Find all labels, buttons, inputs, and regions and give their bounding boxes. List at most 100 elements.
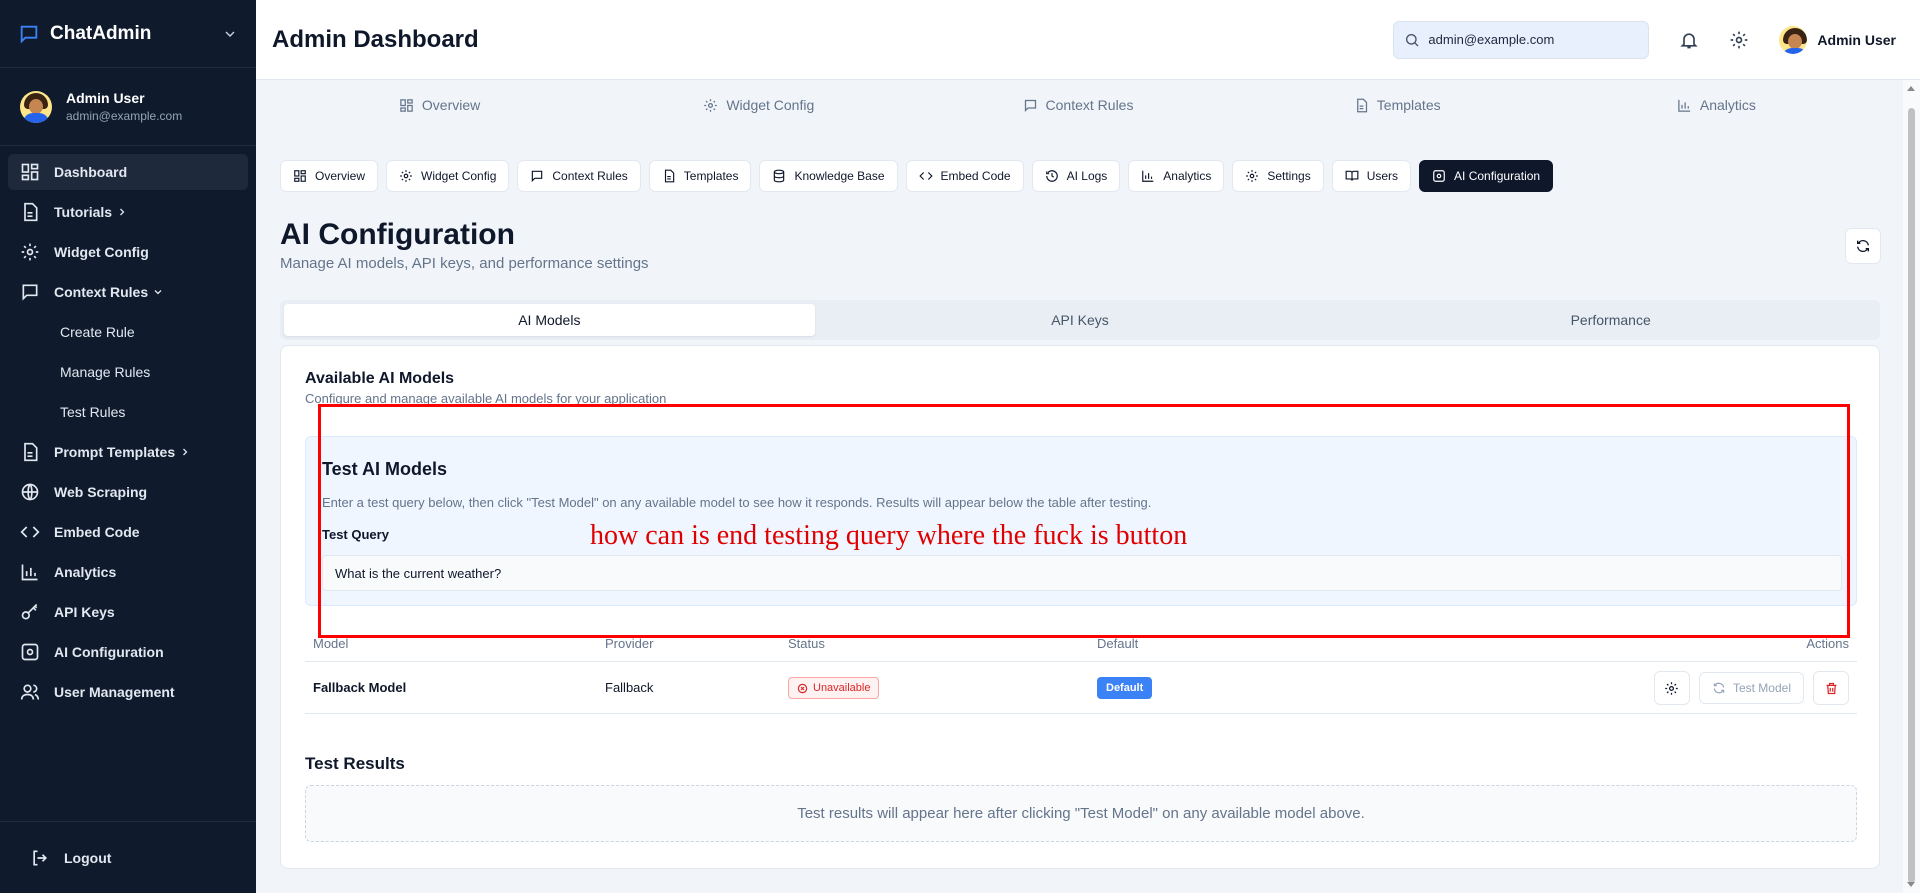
gear-icon [21, 643, 39, 661]
tab-performance[interactable]: Performance [1345, 304, 1876, 336]
model-settings-button[interactable] [1653, 671, 1690, 705]
tab-overview[interactable]: Overview [280, 92, 599, 118]
history-icon [1045, 170, 1058, 182]
model-name: Fallback Model [313, 680, 407, 695]
sidebar-item-context-rules[interactable]: Context Rules [8, 274, 248, 310]
refresh-icon [1713, 682, 1725, 694]
sidebar-user: Admin User admin@example.com [0, 68, 256, 146]
sidebar-item-prompt-templates[interactable]: Prompt Templates [8, 434, 248, 470]
avatar [1779, 25, 1808, 54]
pill-label: Widget Config [421, 169, 497, 183]
test-query-input[interactable] [322, 555, 1842, 591]
column-header: Model [313, 636, 349, 651]
models-card: Available AI Models Configure and manage… [280, 345, 1880, 869]
sidebar-item-label: API Keys [54, 604, 115, 620]
dashboard-icon [400, 98, 413, 112]
document-icon [664, 169, 675, 183]
sidebar-item-label: AI Configuration [54, 644, 164, 660]
sidebar-item-ai-configuration[interactable]: AI Configuration [8, 634, 248, 670]
scroll-up-arrow[interactable] [1907, 86, 1915, 91]
sidebar-item-label: Embed Code [54, 524, 140, 540]
tab-templates[interactable]: Templates [1238, 92, 1557, 118]
sidebar-item-label: Tutorials [54, 204, 113, 220]
scroll-down-arrow[interactable] [1907, 882, 1915, 887]
gear-icon [1433, 170, 1445, 182]
refresh-icon [1857, 239, 1869, 253]
pill-label: Embed Code [940, 169, 1011, 183]
search-icon [1406, 33, 1419, 46]
column-header: Actions [1806, 636, 1849, 651]
sidebar-item-test-rules[interactable]: Test Rules [8, 394, 248, 430]
test-panel-title: Test AI Models [322, 459, 448, 479]
pill-overview[interactable]: Overview [280, 160, 379, 192]
brand[interactable]: ChatAdmin [0, 0, 256, 68]
app-name: ChatAdmin [50, 22, 152, 44]
sidebar-item-api-keys[interactable]: API Keys [8, 594, 248, 630]
bell-icon[interactable] [1679, 30, 1699, 50]
x-circle-icon [797, 683, 808, 693]
logout-icon [33, 850, 48, 865]
gear-icon [21, 243, 39, 261]
pill-ai-logs[interactable]: AI Logs [1031, 160, 1121, 192]
chart-icon [21, 564, 38, 581]
sidebar-user-email: admin@example.com [66, 109, 183, 123]
gear-icon [1665, 681, 1679, 695]
tab-ai-models[interactable]: AI Models [284, 304, 815, 336]
pill-label: Analytics [1163, 169, 1212, 183]
search-input[interactable] [1428, 32, 1629, 47]
chevron-down-icon[interactable] [222, 26, 238, 42]
tab-analytics[interactable]: Analytics [1557, 92, 1876, 118]
sidebar-item-label: User Management [54, 684, 175, 700]
pill-widget-config[interactable]: Widget Config [386, 160, 510, 192]
sidebar-item-widget-config[interactable]: Widget Config [8, 234, 248, 270]
key-icon [21, 603, 38, 620]
logout-button[interactable]: Logout [0, 821, 256, 893]
pill-context-rules[interactable]: Context Rules [517, 160, 641, 192]
refresh-button[interactable] [1845, 228, 1881, 264]
tab-context-rules[interactable]: Context Rules [918, 92, 1237, 118]
top-header: Admin Dashboard Admin User [256, 0, 1920, 80]
pill-analytics[interactable]: Analytics [1128, 160, 1225, 192]
annotation-text: how can is end testing query where the f… [590, 520, 1188, 551]
pill-knowledge-base[interactable]: Knowledge Base [759, 160, 898, 192]
tab-widget-config[interactable]: Widget Config [599, 92, 918, 118]
status-text: Unavailable [813, 682, 871, 694]
avatar [20, 90, 52, 123]
page-scrollbar[interactable] [1903, 80, 1920, 893]
gear-icon[interactable] [1729, 30, 1749, 50]
sidebar-item-tutorials[interactable]: Tutorials [8, 194, 248, 230]
scroll-thumb[interactable] [1908, 108, 1915, 883]
sidebar-item-create-rule[interactable]: Create Rule [8, 314, 248, 350]
header-user-menu[interactable]: Admin User [1779, 25, 1896, 54]
pill-users[interactable]: Users [1331, 160, 1412, 192]
pill-label: Templates [683, 169, 739, 183]
code-icon [918, 172, 933, 180]
sidebar-item-manage-rules[interactable]: Manage Rules [8, 354, 248, 390]
sidebar-item-web-scraping[interactable]: Web Scraping [8, 474, 248, 510]
pill-label: AI Configuration [1454, 169, 1541, 183]
pill-ai-configuration[interactable]: AI Configuration [1419, 160, 1554, 192]
tab-api-keys[interactable]: API Keys [815, 304, 1346, 336]
chat-logo-icon [20, 25, 38, 44]
pill-templates[interactable]: Templates [648, 160, 752, 192]
sidebar-item-dashboard[interactable]: Dashboard [8, 154, 248, 190]
sidebar-item-analytics[interactable]: Analytics [8, 554, 248, 590]
delete-model-button[interactable] [1813, 671, 1849, 705]
pill-embed-code[interactable]: Embed Code [905, 160, 1024, 192]
gear-icon [400, 170, 412, 182]
chart-icon [1142, 170, 1154, 182]
sidebar-item-embed-code[interactable]: Embed Code [8, 514, 248, 550]
globe-icon [21, 483, 39, 501]
sidebar-item-user-management[interactable]: User Management [8, 674, 248, 710]
page-title: AI Configuration [280, 218, 515, 251]
pill-settings[interactable]: Settings [1232, 160, 1324, 192]
sidebar-nav: Dashboard Tutorials Widget Config Contex… [0, 146, 256, 710]
message-icon [532, 170, 543, 183]
pill-label: Users [1366, 169, 1399, 183]
status-badge: Unavailable [788, 677, 880, 699]
chart-icon [1678, 99, 1691, 112]
test-model-button[interactable]: Test Model [1698, 672, 1804, 704]
top-tabs: Overview Widget Config Context Rules Tem… [280, 92, 1876, 118]
column-header: Provider [605, 636, 654, 651]
search-box[interactable] [1393, 20, 1650, 59]
